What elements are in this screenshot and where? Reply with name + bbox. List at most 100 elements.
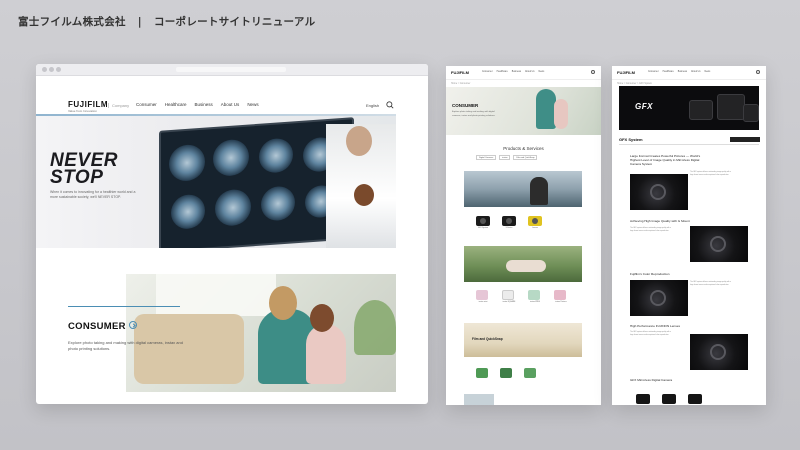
ct-scan-image	[215, 188, 251, 227]
instax-icon	[502, 290, 514, 300]
main-nav: Consumer Healthcare Business About Us Ne…	[136, 102, 259, 107]
mini-nav-item[interactable]: Consumer	[648, 71, 659, 73]
feature-text: The GFX system delivers outstanding imag…	[690, 172, 732, 176]
mini-header: FUJIFILM Consumer Healthcare Business Ab…	[446, 66, 601, 80]
gfx-section-title: GFX System	[619, 137, 643, 142]
mini-nav: Consumer Healthcare Business About Us Ne…	[482, 71, 544, 73]
girl-figure	[554, 99, 568, 129]
girl-figure	[306, 324, 346, 384]
tab-digital-cameras[interactable]: Digital Cameras	[476, 155, 497, 160]
search-icon[interactable]	[756, 70, 760, 74]
nav-item-business[interactable]: Business	[195, 102, 213, 107]
mini-nav-item[interactable]: News	[539, 71, 545, 73]
gfx-cta-button[interactable]	[730, 137, 760, 142]
mini-header: FUJIFILM Consumer Healthcare Business Ab…	[612, 66, 766, 80]
consumer-description: Explore photo taking and making with dig…	[68, 340, 183, 351]
ct-scan-image	[169, 143, 205, 183]
feature-text: The GFX system delivers outstanding imag…	[630, 332, 672, 336]
mini-nav-item[interactable]: News	[705, 71, 711, 73]
nav-item-consumer[interactable]: Consumer	[136, 102, 157, 107]
nav-item-news[interactable]: News	[247, 102, 258, 107]
mini-logo[interactable]: FUJIFILM	[617, 70, 635, 75]
consumer-photo[interactable]	[126, 274, 396, 392]
camera-icon	[476, 216, 490, 226]
product-instax-wide[interactable]: instax WIDE	[528, 290, 542, 303]
camera-image	[717, 94, 745, 120]
instax-photo[interactable]	[464, 246, 582, 282]
product-quicksnap[interactable]	[500, 368, 512, 378]
film-section-label: Film and QuickSnap	[472, 337, 503, 341]
lens-image	[650, 184, 666, 200]
photographer-figure	[530, 177, 548, 205]
product-instax-mini[interactable]: instax mini	[476, 290, 490, 303]
mini-nav-item[interactable]: Business	[512, 71, 521, 73]
product-label: instax WIDE	[530, 301, 540, 303]
mini-nav-item[interactable]: Healthcare	[497, 71, 508, 73]
address-bar[interactable]	[176, 67, 286, 72]
hero-banner[interactable]: NEVER STOP When it comes to innovating f…	[36, 114, 396, 248]
camera-icon[interactable]	[662, 394, 676, 404]
tab-instax[interactable]: instax	[499, 155, 511, 160]
gfx-banner[interactable]: GFX	[619, 86, 759, 130]
product-label: instax Printers	[555, 301, 567, 303]
camera-photo[interactable]	[464, 171, 582, 207]
logo-tagline: Value from Innovation	[68, 109, 97, 113]
nav-item-healthcare[interactable]: Healthcare	[165, 102, 187, 107]
feature-title: GFX Mirrorless Digital Camera	[630, 378, 673, 382]
hero-title: NEVER STOP	[50, 151, 118, 187]
product-label: instax mini	[478, 301, 488, 303]
mini-nav-item[interactable]: Consumer	[482, 71, 493, 73]
tab-film[interactable]: Film and QuickSnap	[513, 155, 538, 160]
breadcrumb[interactable]: Home > Consumer	[451, 83, 470, 85]
window-dot-icon	[56, 67, 61, 72]
consumer-accent-line	[68, 306, 180, 307]
feature-text: The GFX system delivers outstanding imag…	[690, 282, 732, 286]
mini-nav-item[interactable]: About Us	[525, 71, 534, 73]
gfx-page-mockup: FUJIFILM Consumer Healthcare Business Ab…	[612, 66, 766, 405]
instax-icon	[554, 290, 566, 300]
film-photo[interactable]: Film and QuickSnap	[464, 323, 582, 357]
product-instax-square[interactable]: instax SQUARE	[502, 290, 516, 303]
feature-title: Fujifilm's Color Reproduction	[630, 272, 670, 276]
plant	[354, 300, 396, 355]
product-film-2[interactable]	[524, 368, 536, 378]
product-x-series[interactable]: X Series	[502, 216, 516, 229]
fujifilm-logo[interactable]: FUJIFILM Value from Innovation	[68, 100, 108, 114]
girl-head	[310, 304, 334, 332]
breadcrumb[interactable]: Home > Consumer > GFX System	[617, 83, 652, 85]
product-gfx[interactable]: GFX System	[476, 216, 490, 229]
page-header: 富士フイルム株式会社 | コーポレートサイトリニューアル	[18, 14, 315, 29]
search-icon[interactable]	[386, 101, 394, 109]
feature-text: The GFX system delivers outstanding imag…	[630, 228, 672, 232]
feature-image	[630, 280, 688, 316]
consumer-link[interactable]: CONSUMER	[68, 321, 137, 332]
camera-icon	[528, 216, 542, 226]
ct-scan-image	[261, 185, 295, 222]
ct-scan-image	[171, 193, 205, 230]
camera-icon[interactable]	[688, 394, 702, 404]
gfx-logo: GFX	[635, 102, 653, 111]
product-lenses[interactable]: Lenses	[528, 216, 542, 229]
logo-wordmark: FUJIFILM	[68, 100, 108, 109]
product-instax-printers[interactable]: instax Printers	[554, 290, 568, 303]
divider	[619, 144, 759, 145]
ct-scan-image	[213, 138, 249, 178]
camera-image	[689, 100, 713, 120]
mini-nav-item[interactable]: About Us	[691, 71, 700, 73]
film-icon	[500, 368, 512, 378]
mini-logo[interactable]: FUJIFILM	[451, 70, 469, 75]
mini-nav-item[interactable]: Business	[678, 71, 687, 73]
mini-nav-item[interactable]: Healthcare	[663, 71, 674, 73]
company-name: 富士フイルム株式会社	[18, 16, 126, 28]
product-film[interactable]	[476, 368, 488, 378]
products-services-title: Products & Services	[503, 146, 544, 151]
camera-icon[interactable]	[636, 394, 650, 404]
main-site-browser-mockup: FUJIFILM Value from Innovation Company C…	[36, 64, 428, 404]
product-label: instax SQUARE	[502, 301, 516, 303]
company-label: Company	[108, 103, 129, 108]
search-icon[interactable]	[591, 70, 595, 74]
product-label: GFX System	[477, 227, 489, 229]
hero-description: When it comes to innovating for a health…	[50, 190, 136, 199]
nav-item-about-us[interactable]: About Us	[221, 102, 240, 107]
language-switch[interactable]: English	[366, 103, 379, 108]
